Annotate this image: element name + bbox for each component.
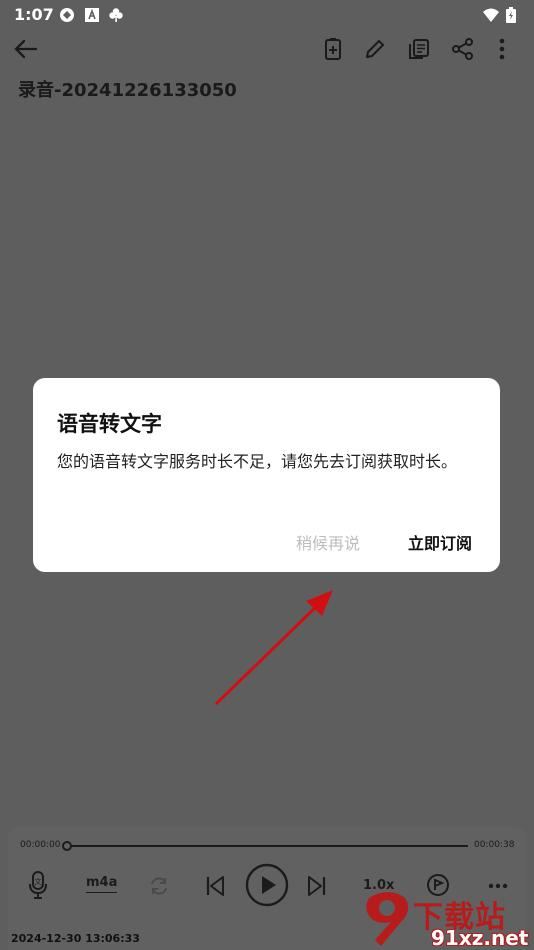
wifi-icon — [483, 8, 499, 22]
status-bar: 1:07 — [0, 0, 534, 30]
current-time: 00:00:00 — [20, 840, 61, 850]
watermark-site-url: 91xz.net — [431, 926, 529, 950]
progress-thumb[interactable] — [62, 841, 72, 851]
dialog-message: 您的语音转文字服务时长不足，请您先去订阅获取时长。 — [57, 452, 458, 471]
dialog-title: 语音转文字 — [57, 412, 162, 436]
watermark-logo-icon — [366, 892, 409, 946]
recording-title: 录音-20241226133050 — [18, 80, 237, 101]
recording-timestamp: 2024-12-30 13:06:33 — [11, 932, 140, 945]
loop-icon — [151, 877, 167, 895]
status-time: 1:07 — [14, 5, 54, 24]
format-button[interactable]: m4a — [86, 875, 118, 893]
previous-button[interactable] — [204, 874, 226, 898]
app-a-icon — [85, 8, 99, 22]
svg-text:文: 文 — [35, 877, 42, 886]
speech-to-text-dialog: 语音转文字 您的语音转文字服务时长不足，请您先去订阅获取时长。 稍候再说 立即订… — [33, 378, 500, 572]
total-time: 00:00:38 — [474, 840, 515, 850]
subscribe-button[interactable]: 立即订阅 — [408, 530, 472, 554]
play-button[interactable] — [245, 863, 289, 907]
more-vertical-icon[interactable] — [495, 36, 509, 62]
site-watermark: 下载站 91xz.net — [361, 888, 534, 950]
loop-button[interactable] — [148, 875, 170, 897]
copy-text-icon[interactable] — [406, 36, 432, 62]
progress-track[interactable] — [66, 845, 468, 847]
later-button[interactable]: 稍候再说 — [296, 530, 360, 554]
battery-icon — [506, 7, 516, 23]
share-icon[interactable] — [450, 36, 476, 62]
skip-next-icon — [308, 876, 326, 896]
skip-previous-icon — [206, 876, 224, 896]
microphone-button[interactable]: 文 — [26, 870, 50, 900]
top-toolbar — [0, 30, 534, 70]
export-doc-icon[interactable] — [320, 36, 346, 62]
microphone-icon: 文 — [29, 871, 47, 899]
clover-icon — [109, 8, 123, 22]
play-icon — [245, 863, 289, 907]
sync-icon — [60, 8, 74, 22]
back-arrow-icon[interactable] — [13, 36, 39, 62]
next-button[interactable] — [306, 874, 328, 898]
edit-pencil-icon[interactable] — [362, 36, 388, 62]
